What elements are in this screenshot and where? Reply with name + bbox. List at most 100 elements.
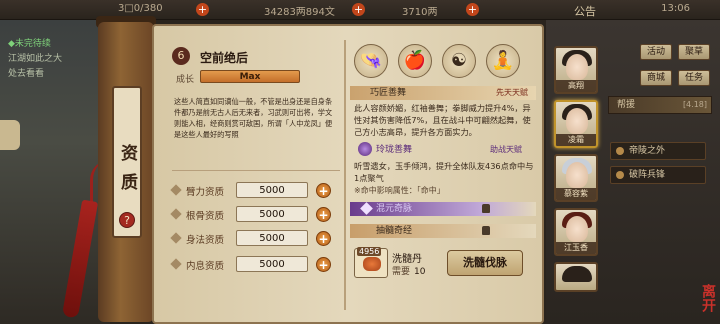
stamina-counter: 3□0/380 — [118, 3, 163, 14]
fate-title: 空前绝后 — [200, 51, 249, 65]
diamond-bullet-icon — [170, 258, 182, 270]
stat-label: 臂力资质 — [186, 187, 225, 198]
item-name: 洗髓丹 — [392, 254, 422, 265]
lock-icon — [482, 226, 490, 235]
talent-note: ※命中影响属性：「命中」 — [354, 186, 445, 195]
fate-description: 这些人简直如同谪仙一般，不管是出身还是自身条件都乃是前无古人后无来者，习武则可出… — [174, 97, 333, 139]
talent-description: 听雪遗女，玉手倾鸿，提升全体队友436点命中与1点聚气 — [354, 161, 534, 183]
talent-name: 巧匠善舞 — [370, 88, 407, 98]
increase-inner-breath-button[interactable]: + — [316, 257, 331, 272]
talent-locked-row[interactable]: 抽髓奇经 — [350, 224, 536, 238]
quest-line: 处去看看 — [8, 69, 45, 79]
increase-strength-button[interactable]: + — [316, 183, 331, 198]
stat-row-constitution: 根骨资质 5000 + — [170, 206, 332, 224]
requirement-label: 需要 — [392, 267, 411, 277]
increase-agility-button[interactable]: + — [316, 231, 331, 246]
character-portrait — [566, 216, 588, 242]
lock-icon — [482, 204, 490, 213]
left-side-tab[interactable] — [0, 120, 20, 150]
notice-button[interactable]: 公告 — [574, 3, 596, 19]
clock: 13:06 — [661, 3, 690, 14]
talent-bullet-icon — [360, 202, 373, 215]
activity-button[interactable]: 活动 — [640, 44, 672, 60]
character-portrait — [566, 108, 588, 134]
help-icon[interactable]: ? — [119, 212, 135, 228]
side-option[interactable]: 破阵兵锋 — [610, 166, 706, 184]
assist-label: 帮援 — [617, 100, 636, 110]
assist-value: [4.18] — [682, 100, 707, 109]
pill-icon — [363, 257, 381, 271]
character-name: 慕容紫 — [556, 188, 596, 200]
fate-icon: 6 — [172, 47, 190, 65]
stat-row-inner-breath: 内息资质 5000 + — [170, 256, 332, 274]
refine-marrow-button[interactable]: 洗髓伐脉 — [447, 250, 523, 276]
character-name: 江玉香 — [556, 242, 596, 254]
talent-name: 抽髓奇经 — [376, 226, 413, 236]
stat-value: 5000 — [236, 182, 308, 198]
character-portrait — [566, 54, 588, 80]
character-card[interactable] — [554, 262, 598, 292]
scholar-hat-icon[interactable]: 👒 — [354, 44, 388, 78]
stat-value: 5000 — [236, 256, 308, 272]
diamond-bullet-icon — [170, 184, 182, 196]
bodhisattva-icon[interactable]: 🧘 — [486, 44, 520, 78]
marrow-pill-item[interactable]: 4956 — [354, 247, 388, 278]
character-name: 凌霜 — [556, 134, 596, 146]
side-option-label: 帝陵之外 — [629, 146, 666, 156]
character-name: 高翔 — [556, 80, 596, 92]
stat-label: 身法资质 — [186, 235, 225, 246]
quest-title: ◆未完待续 — [8, 39, 51, 49]
growth-label: 成长 — [176, 75, 195, 85]
option-dot-icon — [616, 171, 624, 179]
character-card[interactable]: 高翔 — [554, 46, 598, 94]
item-quantity: 4956 — [357, 247, 382, 256]
leave-button[interactable]: 离开 — [686, 278, 716, 318]
character-card-selected[interactable]: 凌霜 — [554, 100, 598, 148]
stat-label: 根骨资质 — [186, 211, 225, 222]
character-card[interactable]: 慕容紫 — [554, 154, 598, 202]
talent-badge-icon — [358, 142, 372, 156]
column-divider — [344, 40, 346, 310]
talent-header: 巧匠善舞 先天天赋 — [350, 86, 536, 100]
talent-name: 玲珑善舞 — [376, 145, 413, 155]
diamond-bullet-icon — [170, 208, 182, 220]
talent-locked-row[interactable]: 混元奇脉 — [350, 202, 536, 216]
item-requirement: 需要 10 — [392, 264, 425, 277]
gather-button[interactable]: 聚草 — [678, 44, 710, 60]
character-card[interactable]: 江玉香 — [554, 208, 598, 256]
quest-tracker[interactable]: ◆未完待续 江湖如此之大 处去看看 — [8, 36, 108, 79]
talent-tag: 助战天赋 — [490, 145, 522, 154]
talent-name: 混元奇脉 — [376, 204, 413, 214]
assist-strip[interactable]: 帮援 [4.18] — [608, 96, 712, 114]
side-option-label: 破阵兵锋 — [629, 170, 666, 180]
option-dot-icon — [616, 147, 624, 155]
talent-list[interactable]: 巧匠善舞 先天天赋 此人容颜娇媚，红袖善舞；拳脚威力提升4%，异性对其伤害降低7… — [350, 86, 536, 262]
stat-value: 5000 — [236, 206, 308, 222]
talent-header: 玲珑善舞 助战天赋 — [350, 142, 536, 158]
increase-constitution-button[interactable]: + — [316, 207, 331, 222]
growth-bar: Max — [200, 70, 300, 83]
diamond-bullet-icon — [170, 232, 182, 244]
add-stamina-button[interactable]: + — [196, 3, 209, 16]
tasks-button[interactable]: 任务 — [678, 70, 710, 86]
yin-yang-icon[interactable]: ☯ — [442, 44, 476, 78]
gold-counter: 3710两 — [402, 7, 438, 18]
character-portrait — [566, 162, 588, 188]
divider — [172, 170, 340, 171]
add-silver-button[interactable]: + — [352, 3, 365, 16]
stat-row-strength: 臂力资质 5000 + — [170, 182, 332, 200]
requirement-value: 10 — [414, 267, 426, 277]
add-gold-button[interactable]: + — [466, 3, 479, 16]
character-hair — [562, 266, 592, 282]
quest-line: 江湖如此之大 — [8, 54, 63, 64]
side-option[interactable]: 帝陵之外 — [610, 142, 706, 160]
silver-counter: 34283两894文 — [264, 7, 335, 18]
talent-tag: 先天天赋 — [496, 88, 528, 97]
stat-row-agility: 身法资质 5000 + — [170, 230, 332, 248]
growth-value: Max — [239, 72, 261, 82]
stat-value: 5000 — [236, 230, 308, 246]
fruit-basket-icon[interactable]: 🍎 — [398, 44, 432, 78]
shop-button[interactable]: 商城 — [640, 70, 672, 86]
stat-label: 内息资质 — [186, 261, 225, 272]
talent-description: 此人容颜娇媚，红袖善舞；拳脚威力提升4%，异性对其伤害降低7%，且在战斗中可翩然… — [354, 103, 531, 137]
